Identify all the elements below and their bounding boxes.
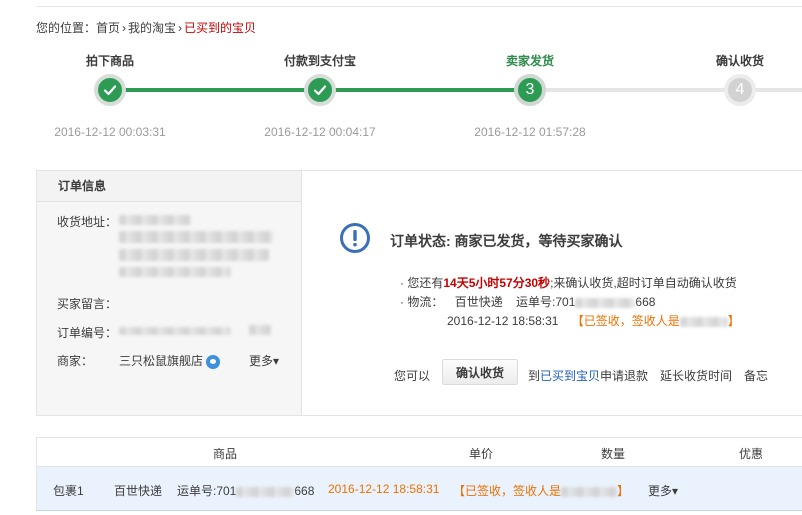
remain-suffix: ;来确认收货,超时订单自动确认收货	[550, 276, 737, 290]
merchant-more[interactable]: 更多▾	[249, 352, 279, 369]
package-tracking: 运单号:701 668	[177, 482, 314, 499]
breadcrumb-home[interactable]: 首页	[96, 21, 120, 35]
step-node-2	[304, 74, 336, 106]
redacted-signer	[561, 486, 618, 497]
address-label: 收货地址：	[57, 215, 118, 229]
step-node-4: 4	[724, 74, 756, 106]
breadcrumb-my-taobao[interactable]: 我的淘宝	[128, 21, 176, 35]
remaining-time-line: · 您还有14天5小时57分30秒;来确认收货,超时订单自动确认收货	[400, 274, 737, 291]
redacted-address	[119, 249, 269, 261]
step-time-1: 2016-12-12 00:03:31	[54, 125, 166, 139]
extend-receipt-link[interactable]: 延长收货时间	[660, 367, 732, 384]
refund-text: 申请退款	[600, 369, 649, 383]
items-table-header: 商品 单价 数量 优惠	[36, 437, 802, 467]
info-alert-icon	[340, 223, 370, 253]
merchant-name-text[interactable]: 三只松鼠旗舰店	[119, 354, 203, 368]
step-label-4: 确认收货	[715, 54, 765, 68]
col-header-price: 单价	[469, 447, 494, 461]
package-sign-prefix: 【已签收，签收人是	[453, 484, 562, 498]
logistics-label: · 物流：	[400, 295, 444, 309]
sign-prefix: 【已签收，签收人是	[571, 314, 680, 328]
package-courier: 百世快递	[114, 484, 163, 498]
chat-icon[interactable]	[206, 354, 221, 369]
sign-suffix: 】	[727, 314, 740, 328]
check-icon	[103, 85, 117, 96]
package-sign-status: 【已签收，签收人是 】	[453, 482, 629, 499]
tracking-suffix: 668	[635, 295, 656, 309]
redacted-address	[119, 267, 231, 277]
order-status-title: 订单状态: 商家已发货，等待买家确认	[390, 233, 623, 249]
col-header-item: 商品	[213, 447, 238, 461]
tracking-prefix: 运单号:701	[516, 295, 576, 309]
bought-items-link[interactable]: 已买到宝贝	[540, 369, 600, 383]
step-node-1	[94, 74, 126, 106]
redacted-address	[119, 231, 273, 243]
package-sign-suffix: 】	[617, 484, 630, 498]
step-label-1: 拍下商品	[85, 54, 135, 68]
breadcrumb-current: 已买到的宝贝	[184, 21, 257, 35]
courier-name: 百世快递	[454, 295, 503, 309]
package-name: 包裹1	[53, 484, 84, 498]
logistics-line: · 物流： 百世快递 运单号:701 668	[400, 293, 655, 310]
sign-time: 2016-12-12 18:58:31	[447, 314, 559, 328]
merchant-label: 商家：	[57, 354, 94, 368]
order-info-panel: 订单信息 收货地址： 买家留言： 订单编号： 商家： 三只松鼠旗舰店 更多▾	[36, 170, 302, 416]
package-row: 包裹1 百世快递 运单号:701 668 2016-12-12 18:58:31 …	[36, 467, 802, 511]
redacted-order-number	[119, 327, 231, 335]
col-header-discount: 优惠	[739, 447, 764, 461]
col-header-quantity: 数量	[601, 447, 626, 461]
breadcrumb-sep: ›	[178, 21, 183, 35]
memo-link[interactable]: 备忘	[744, 367, 768, 384]
redacted-tracking	[236, 486, 295, 497]
top-divider	[36, 6, 802, 7]
refund-action: 到已买到宝贝申请退款	[528, 367, 648, 384]
order-status-panel: 订单状态: 商家已发货，等待买家确认 · 您还有14天5小时57分30秒;来确认…	[302, 170, 802, 416]
package-sign-time: 2016-12-12 18:58:31	[328, 482, 440, 496]
step-label-3: 卖家发货	[505, 54, 555, 68]
package-tracking-suffix: 668	[294, 484, 315, 498]
progress-track-pending	[530, 88, 802, 92]
buyer-message-label: 买家留言：	[57, 297, 118, 311]
check-icon	[313, 85, 327, 96]
redacted-signer	[679, 316, 728, 327]
confirm-receipt-button[interactable]: 确认收货	[442, 359, 518, 385]
you-can-label: 您可以	[394, 369, 431, 383]
merchant-name[interactable]: 三只松鼠旗舰店	[119, 352, 221, 369]
to-label: 到	[528, 369, 541, 383]
remain-prefix: · 您还有	[400, 276, 444, 290]
step-node-3: 3	[514, 74, 546, 106]
redacted-tracking	[575, 297, 636, 308]
breadcrumb-sep: ›	[122, 21, 127, 35]
sign-line: 2016-12-12 18:58:31 【已签收，签收人是 】	[447, 312, 740, 329]
package-tracking-prefix: 运单号:701	[177, 484, 237, 498]
package-more[interactable]: 更多▾	[648, 482, 678, 499]
order-number-label: 订单编号：	[57, 326, 118, 340]
step-time-2: 2016-12-12 00:04:17	[264, 125, 376, 139]
step-time-3: 2016-12-12 01:57:28	[474, 125, 586, 139]
breadcrumb-prefix: 您的位置：	[36, 21, 97, 35]
redacted-order-number	[249, 325, 271, 335]
order-info-title: 订单信息	[37, 171, 301, 202]
step-label-2: 付款到支付宝	[283, 54, 357, 68]
remaining-time: 14天5小时57分30秒	[443, 276, 551, 290]
redacted-address	[119, 215, 191, 225]
breadcrumb: 您的位置：首页 › 我的淘宝 › 已买到的宝贝	[36, 19, 256, 36]
